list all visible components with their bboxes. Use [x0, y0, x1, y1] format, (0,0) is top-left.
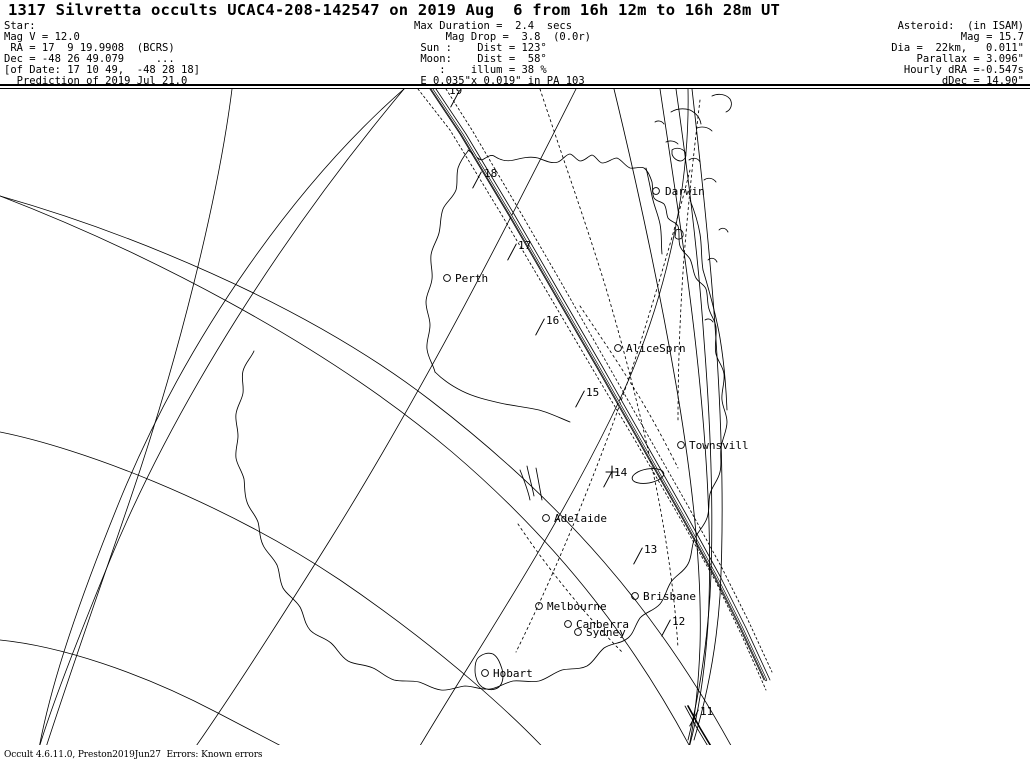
path-centre-line-inner — [431, 89, 767, 681]
island-2 — [696, 126, 713, 132]
time-marker-label: 19 — [449, 89, 462, 97]
city-marker: Townsvill — [677, 439, 749, 452]
occultation-prediction-page: 1317 Silvretta occults UCAC4-208-142547 … — [0, 0, 1030, 766]
time-marker-label: 16 — [546, 314, 559, 327]
city-label: AliceSprn — [626, 342, 686, 355]
header: 1317 Silvretta occults UCAC4-208-142547 … — [0, 0, 1030, 89]
limb-arc-outer — [39, 89, 405, 745]
time-marker-label: 17 — [518, 239, 531, 252]
island-7 — [711, 93, 732, 113]
city-label: Sydney — [586, 626, 626, 639]
city-label: Perth — [455, 272, 488, 285]
event-info-block: Max Duration = 2.4 secs Mag Drop = 3.8 (… — [414, 20, 592, 88]
city-label: Hobart — [493, 667, 533, 680]
city-marker: Hobart — [481, 667, 533, 680]
star-info-block: Star: Mag V = 12.0 RA = 17 9 19.9908 (BC… — [4, 20, 200, 88]
time-tick-mark — [661, 619, 671, 637]
island-1 — [670, 108, 702, 125]
time-tick-mark — [472, 171, 482, 189]
city-dot-icon — [614, 344, 622, 352]
city-dot-icon — [542, 514, 550, 522]
time-marker-label: 18 — [484, 167, 497, 180]
city-dot-icon — [677, 441, 685, 449]
time-tick-mark — [507, 243, 517, 261]
gulfs — [519, 465, 543, 501]
city-dot-icon — [443, 274, 451, 282]
city-label: Darwin — [665, 185, 705, 198]
terminator-5 — [677, 99, 701, 421]
path-centre-line — [430, 89, 768, 682]
terminator-1 — [539, 89, 679, 649]
time-tick-mark — [603, 470, 613, 488]
time-tick-mark — [633, 547, 643, 565]
time-marker-label: 11 — [700, 705, 713, 718]
time-marker-label: 15 — [586, 386, 599, 399]
earth-limb — [39, 89, 405, 745]
meridian-3 — [46, 89, 233, 745]
city-label: Brisbane — [643, 590, 696, 603]
city-label: Melbourne — [547, 600, 607, 613]
parallel-2 — [0, 431, 542, 745]
page-title: 1317 Silvretta occults UCAC4-208-142547 … — [8, 1, 781, 19]
time-tick-mark — [535, 318, 545, 336]
island-6 — [688, 157, 701, 163]
time-marker-label: 14 — [614, 466, 628, 479]
island-8 — [703, 177, 717, 183]
city-marker: Darwin — [652, 185, 705, 198]
city-dot-icon — [652, 187, 660, 195]
city-dot-icon — [564, 620, 572, 628]
australia-mainland — [235, 149, 728, 691]
earth-limb-2 — [0, 195, 732, 745]
time-tick-mark — [575, 390, 585, 408]
coast-west — [425, 150, 469, 373]
header-divider-top — [0, 84, 1030, 86]
path-centre-line-edge — [429, 89, 765, 681]
time-marker-label: 13 — [644, 543, 657, 556]
city-label: Townsvill — [689, 439, 749, 452]
parallel-3 — [0, 639, 281, 745]
city-marker: Perth — [443, 272, 488, 285]
meridian-2 — [419, 89, 689, 745]
software-credit: Occult 4.6.11.0, Preston2019Jun27 Errors… — [4, 750, 263, 760]
coast-south — [434, 371, 571, 423]
asteroid-info-block: Asteroid: (in ISAM) Mag = 15.7 Dia = 22k… — [891, 20, 1024, 88]
city-marker: Adelaide — [542, 512, 607, 525]
time-marker-label: 12 — [672, 615, 685, 628]
city-marker: Brisbane — [631, 590, 696, 603]
city-marker: Melbourne — [535, 600, 607, 613]
island-11 — [704, 318, 714, 323]
island-9 — [718, 227, 729, 233]
island-4 — [654, 120, 665, 125]
city-marker: AliceSprn — [614, 342, 686, 355]
occultation-map-svg: Darwin Perth AliceSprn Townsvill Adelaide Bri… — [0, 89, 773, 745]
meridian-1 — [196, 89, 577, 745]
city-label: Adelaide — [554, 512, 607, 525]
island-5 — [671, 147, 687, 162]
city-dot-icon — [481, 669, 489, 677]
shadow-path — [417, 89, 773, 745]
map-canvas: Darwin Perth AliceSprn Townsvill Adelaide Bri… — [0, 89, 1030, 745]
